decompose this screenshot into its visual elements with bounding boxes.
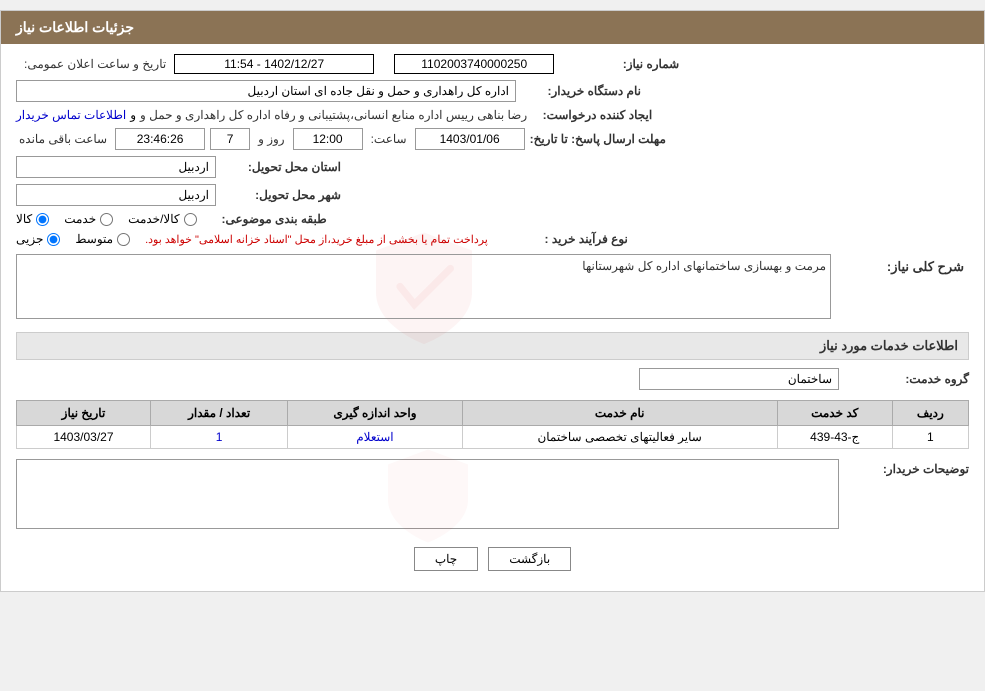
process-option-minor[interactable]: جزیی — [16, 232, 60, 246]
category-option-goods[interactable]: کالا — [16, 212, 49, 226]
page-header: جزئیات اطلاعات نیاز — [1, 11, 984, 44]
description-textarea[interactable] — [16, 254, 831, 319]
days-value: 7 — [210, 128, 250, 150]
col-header-unit: واحد اندازه گیری — [288, 401, 462, 426]
services-section-title: اطلاعات خدمات مورد نیاز — [16, 332, 969, 360]
service-group-label: گروه خدمت: — [839, 372, 969, 386]
request-number-value: 1102003740000250 — [394, 54, 554, 74]
process-radio-minor[interactable] — [47, 233, 60, 246]
process-label-medium: متوسط — [75, 232, 113, 246]
services-table-container: ردیف کد خدمت نام خدمت واحد اندازه گیری ت… — [16, 400, 969, 449]
request-number-label: شماره نیاز: — [554, 57, 684, 71]
page-container: جزئیات اطلاعات نیاز شماره نیاز: 11020037… — [0, 10, 985, 592]
print-button[interactable]: چاپ — [414, 547, 478, 571]
buyer-name-value: اداره کل راهداری و حمل و نقل جاده ای است… — [16, 80, 516, 102]
deadline-time-value: 12:00 — [293, 128, 363, 150]
cell-date: 1403/03/27 — [17, 426, 151, 449]
buyer-notes-wrapper — [16, 459, 839, 532]
category-label: طبقه بندی موضوعی: — [197, 212, 327, 226]
buyer-name-row: نام دستگاه خریدار: اداره کل راهداری و حم… — [16, 80, 969, 102]
back-button[interactable]: بازگشت — [488, 547, 571, 571]
cell-service-name: سایر فعالیتهای تخصصی ساختمان — [462, 426, 777, 449]
city-row: شهر محل تحویل: اردبیل — [16, 184, 969, 206]
process-label: نوع فرآیند خرید : — [498, 232, 628, 246]
deadline-date-value: 1403/01/06 — [415, 128, 525, 150]
category-radio-goods[interactable] — [36, 213, 49, 226]
category-option-goods-services[interactable]: کالا/خدمت — [128, 212, 196, 226]
buyer-notes-label: توضیحات خریدار: — [839, 459, 969, 476]
buyer-notes-textarea[interactable] — [16, 459, 839, 529]
service-group-value: ساختمان — [639, 368, 839, 390]
province-value: اردبیل — [16, 156, 216, 178]
description-wrapper: مرمت و بهسازی ساختمانهای اداره کل شهرستا… — [16, 254, 831, 322]
content-area: شماره نیاز: 1102003740000250 1402/12/27 … — [1, 44, 984, 591]
city-label: شهر محل تحویل: — [216, 188, 346, 202]
service-group-row: گروه خدمت: ساختمان — [16, 368, 969, 390]
process-radio-group: پرداخت تمام یا بخشی از مبلغ خرید،از محل … — [16, 232, 498, 246]
process-option-medium[interactable]: متوسط — [75, 232, 130, 246]
creator-label: ایجاد کننده درخواست: — [527, 108, 657, 122]
category-row: طبقه بندی موضوعی: کالا/خدمت خدمت کالا — [16, 212, 969, 226]
category-radio-group: کالا/خدمت خدمت کالا — [16, 212, 197, 226]
creator-value: رضا بناهی رییس اداره منابع انسانی،پشتیبا… — [140, 108, 527, 122]
process-radio-medium[interactable] — [117, 233, 130, 246]
cell-row-num: 1 — [892, 426, 968, 449]
page-title: جزئیات اطلاعات نیاز — [16, 19, 134, 35]
province-label: استان محل تحویل: — [216, 160, 346, 174]
province-row: استان محل تحویل: اردبیل — [16, 156, 969, 178]
city-value: اردبیل — [16, 184, 216, 206]
category-radio-goods-services[interactable] — [184, 213, 197, 226]
creator-row: ایجاد کننده درخواست: رضا بناهی رییس ادار… — [16, 108, 969, 122]
remaining-value: 23:46:26 — [115, 128, 205, 150]
col-header-service-code: کد خدمت — [777, 401, 892, 426]
announcement-date-label: تاریخ و ساعت اعلان عمومی: — [24, 57, 166, 71]
cell-quantity: 1 — [150, 426, 287, 449]
buyer-name-label: نام دستگاه خریدار: — [516, 84, 646, 98]
buyer-notes-row: توضیحات خریدار: — [16, 459, 969, 532]
creator-conjunction: و — [130, 108, 136, 122]
col-header-quantity: تعداد / مقدار — [150, 401, 287, 426]
table-row: 1 ج-43-439 سایر فعالیتهای تخصصی ساختمان … — [17, 426, 969, 449]
category-label-service: خدمت — [64, 212, 96, 226]
category-label-goods-services: کالا/خدمت — [128, 212, 179, 226]
category-label-goods: کالا — [16, 212, 32, 226]
creator-contact-link[interactable]: اطلاعات تماس خریدار — [16, 108, 126, 122]
services-table: ردیف کد خدمت نام خدمت واحد اندازه گیری ت… — [16, 400, 969, 449]
deadline-row: مهلت ارسال پاسخ: تا تاریخ: 1403/01/06 سا… — [16, 128, 969, 150]
announcement-date-value: 1402/12/27 - 11:54 — [174, 54, 374, 74]
col-header-row-num: ردیف — [892, 401, 968, 426]
col-header-service-name: نام خدمت — [462, 401, 777, 426]
cell-service-code: ج-43-439 — [777, 426, 892, 449]
process-row: نوع فرآیند خرید : پرداخت تمام یا بخشی از… — [16, 232, 969, 246]
deadline-label: مهلت ارسال پاسخ: تا تاریخ: — [530, 132, 666, 146]
description-label: شرح کلی نیاز: — [839, 254, 969, 275]
button-row: بازگشت چاپ — [16, 547, 969, 571]
description-section: شرح کلی نیاز: مرمت و بهسازی ساختمانهای ا… — [16, 254, 969, 322]
table-header-row: ردیف کد خدمت نام خدمت واحد اندازه گیری ت… — [17, 401, 969, 426]
col-header-date: تاریخ نیاز — [17, 401, 151, 426]
category-radio-service[interactable] — [100, 213, 113, 226]
days-label: روز و — [258, 132, 285, 146]
cell-unit: استعلام — [288, 426, 462, 449]
process-label-minor: جزیی — [16, 232, 43, 246]
process-note: پرداخت تمام یا بخشی از مبلغ خرید،از محل … — [145, 233, 498, 246]
request-number-row: شماره نیاز: 1102003740000250 1402/12/27 … — [16, 54, 969, 74]
time-label: ساعت: — [371, 132, 407, 146]
category-option-service[interactable]: خدمت — [64, 212, 113, 226]
remaining-label: ساعت باقی مانده — [19, 132, 107, 146]
